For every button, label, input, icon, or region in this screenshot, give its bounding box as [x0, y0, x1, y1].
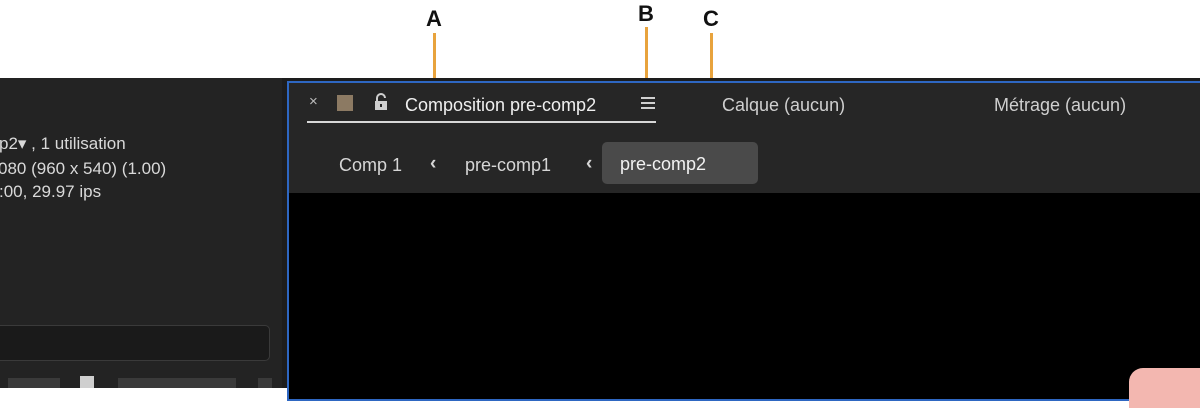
- breadcrumb-precomp2-label: pre-comp2: [620, 154, 707, 174]
- app-window: p2▾ , 1 utilisation 080 (960 x 540) (1.0…: [0, 78, 1200, 408]
- file-icon: [80, 376, 94, 388]
- composition-viewer[interactable]: [289, 193, 1200, 408]
- callout-c: C: [703, 6, 719, 31]
- panel-menu-icon[interactable]: [641, 97, 655, 109]
- composition-panel: × Composition pre-comp2 Calque (aucun) M…: [287, 81, 1200, 408]
- comp-usage-text: p2▾ , 1 utilisation: [0, 134, 126, 153]
- breadcrumb-precomp1[interactable]: pre-comp1: [465, 155, 551, 176]
- chevron-left-icon: ‹: [430, 153, 437, 174]
- project-panel: p2▾ , 1 utilisation 080 (960 x 540) (1.0…: [0, 78, 282, 388]
- breadcrumb-precomp2[interactable]: pre-comp2: [602, 142, 758, 184]
- lock-icon[interactable]: [373, 93, 389, 111]
- active-tab-underline: [307, 121, 656, 123]
- callout-a: A: [426, 6, 442, 31]
- tab-composition[interactable]: Composition pre-comp2: [405, 95, 596, 116]
- chevron-left-icon: ‹: [586, 153, 593, 174]
- label-color-swatch[interactable]: [337, 95, 353, 111]
- tab-footage[interactable]: Métrage (aucun): [994, 95, 1126, 116]
- project-search-input[interactable]: [0, 325, 270, 361]
- composition-navigator: Comp 1 ‹ pre-comp1 ‹ pre-comp2: [289, 131, 1200, 193]
- close-tab-icon[interactable]: ×: [309, 93, 318, 110]
- layer-content: [1129, 368, 1200, 408]
- tab-layer[interactable]: Calque (aucun): [722, 95, 845, 116]
- panel-tab-bar: × Composition pre-comp2 Calque (aucun) M…: [289, 83, 1200, 131]
- comp-duration-text: :00, 29.97 ips: [0, 182, 102, 201]
- comp-dimensions-text: 080 (960 x 540) (1.00): [0, 159, 167, 178]
- breadcrumb-comp1[interactable]: Comp 1: [339, 155, 402, 176]
- callout-b: B: [638, 1, 654, 26]
- column-header-strip: [0, 374, 282, 388]
